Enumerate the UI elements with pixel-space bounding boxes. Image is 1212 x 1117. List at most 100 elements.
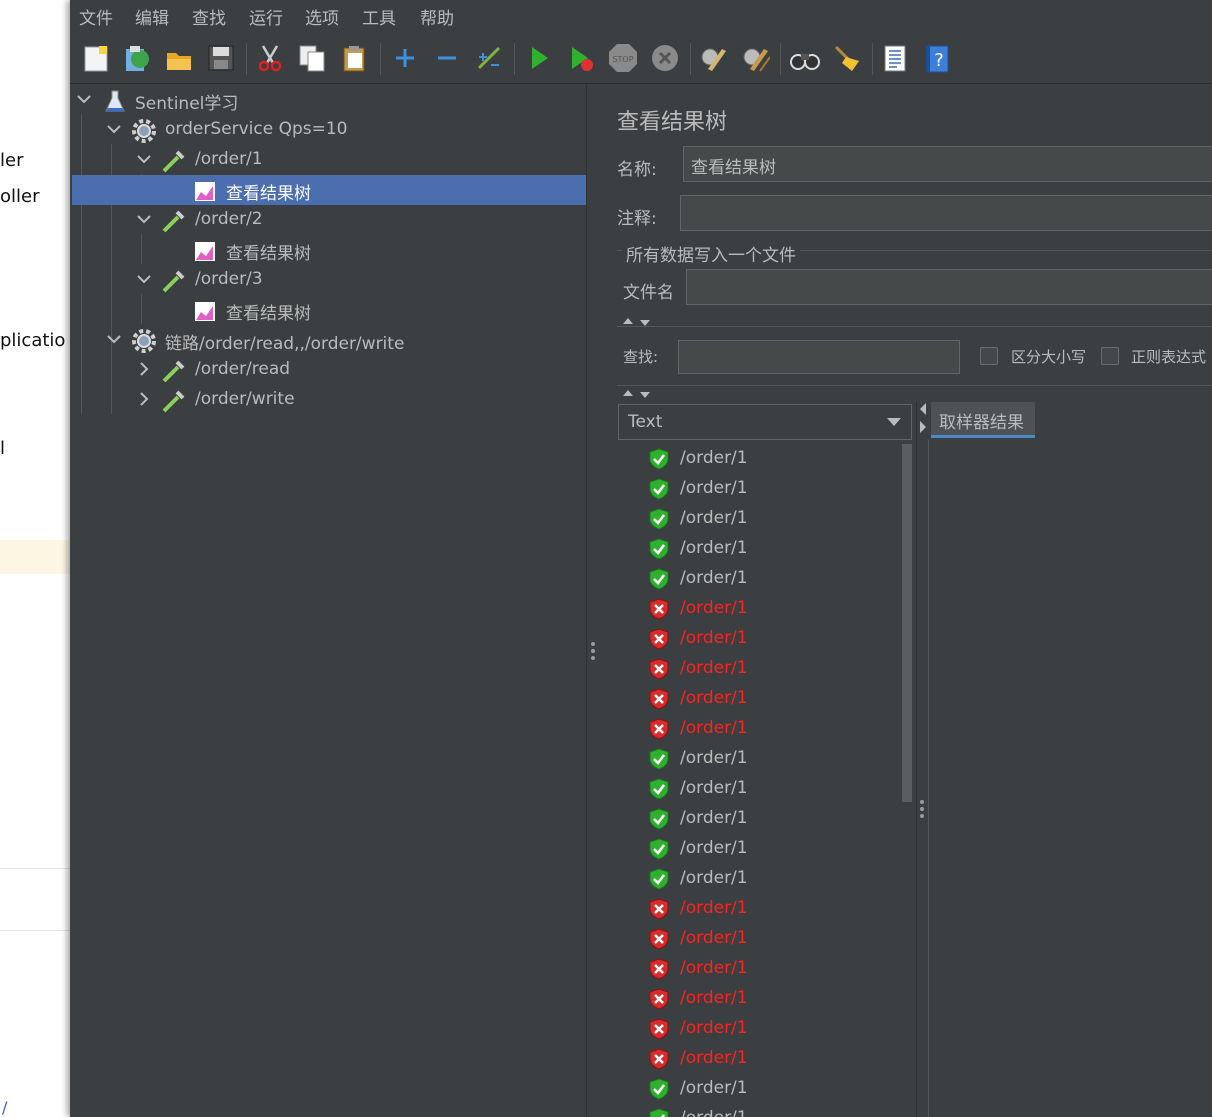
result-item[interactable]: /order/1	[618, 774, 898, 804]
menu-options[interactable]: 选项	[305, 4, 339, 29]
result-item[interactable]: /order/1	[618, 684, 898, 714]
test-plan-tree: Sentinel学习 orderService Qps=10 /order/1 …	[72, 84, 586, 1117]
chevron-down-icon[interactable]	[136, 271, 152, 287]
templates-button[interactable]	[120, 41, 154, 75]
chevron-down-icon[interactable]	[106, 331, 122, 347]
gear-icon	[132, 329, 156, 353]
result-item[interactable]: /order/1	[618, 894, 898, 924]
toolbar-separator	[246, 43, 247, 75]
tree-node-listener[interactable]: 查看结果树	[72, 235, 586, 265]
new-button[interactable]	[79, 41, 113, 75]
open-button[interactable]	[162, 41, 196, 75]
search-input[interactable]	[678, 340, 960, 374]
result-item[interactable]: /order/1	[618, 654, 898, 684]
error-shield-icon	[649, 988, 669, 1010]
search-button[interactable]	[788, 41, 822, 75]
chevron-down-icon[interactable]	[136, 211, 152, 227]
toolbar-separator	[690, 43, 691, 75]
comment-field[interactable]	[680, 195, 1212, 231]
result-item[interactable]: /order/1	[618, 924, 898, 954]
start-button[interactable]	[522, 41, 556, 75]
result-item[interactable]: /order/1	[618, 804, 898, 834]
result-item[interactable]: /order/1	[618, 624, 898, 654]
cut-button[interactable]	[253, 41, 287, 75]
menu-search[interactable]: 查找	[192, 4, 226, 29]
collapse-icon	[438, 56, 456, 60]
tree-node-sampler[interactable]: /order/2	[72, 205, 586, 235]
result-item[interactable]: /order/1	[618, 864, 898, 894]
result-item[interactable]: /order/1	[618, 504, 898, 534]
tree-node-thread-group[interactable]: 链路/order/read,,/order/write	[72, 325, 586, 355]
main-splitter[interactable]	[586, 84, 601, 1117]
result-item[interactable]: /order/1	[618, 954, 898, 984]
chevron-down-icon[interactable]	[76, 91, 92, 107]
tree-node-test-plan[interactable]: Sentinel学习	[72, 85, 586, 115]
menu-tools[interactable]: 工具	[362, 4, 396, 29]
result-item[interactable]: /order/1	[618, 984, 898, 1014]
paste-button[interactable]	[338, 41, 372, 75]
background-divider	[0, 930, 70, 931]
menu-help[interactable]: 帮助	[420, 4, 454, 29]
function-helper-button[interactable]	[878, 41, 912, 75]
menu-edit[interactable]: 编辑	[135, 4, 169, 29]
collapse-all-button[interactable]	[430, 41, 464, 75]
result-item[interactable]: /order/1	[618, 444, 898, 474]
chevron-down-icon[interactable]	[106, 121, 122, 137]
stop-button[interactable]: STOP	[606, 41, 640, 75]
arrow-right-icon[interactable]	[919, 420, 927, 434]
tree-node-thread-group[interactable]: orderService Qps=10	[72, 115, 586, 145]
name-field[interactable]: 查看结果树	[683, 146, 1212, 182]
filename-field[interactable]	[686, 269, 1212, 305]
result-item[interactable]: /order/1	[618, 474, 898, 504]
result-item[interactable]: /order/1	[618, 834, 898, 864]
toggle-button[interactable]	[472, 41, 506, 75]
reset-search-button[interactable]	[830, 41, 864, 75]
start-no-pauses-button[interactable]	[564, 41, 598, 75]
tree-node-listener-selected[interactable]: 查看结果树	[72, 175, 586, 205]
result-item-label: /order/1	[680, 898, 748, 918]
jmeter-window: 文件 编辑 查找 运行 选项 工具 帮助 STOP ? Sentinel学习 o…	[70, 0, 1212, 1117]
chevron-down-icon[interactable]	[136, 151, 152, 167]
clear-all-button[interactable]	[738, 41, 772, 75]
result-item[interactable]: /order/1	[618, 1014, 898, 1044]
search-icon	[790, 54, 820, 70]
result-item-label: /order/1	[680, 1108, 748, 1117]
tab-sampler-result[interactable]: 取样器结果	[931, 402, 1035, 438]
collapse-down-icon[interactable]	[640, 392, 650, 398]
tree-node-sampler[interactable]: /order/write	[72, 385, 586, 415]
renderer-select[interactable]: Text	[618, 404, 912, 440]
chevron-down-icon	[887, 418, 901, 426]
result-item[interactable]: /order/1	[618, 1044, 898, 1074]
help-button[interactable]: ?	[920, 41, 954, 75]
menu-run[interactable]: 运行	[249, 4, 283, 29]
shutdown-button[interactable]	[648, 41, 682, 75]
menu-file[interactable]: 文件	[79, 4, 113, 29]
tree-node-label: /order/3	[195, 269, 263, 289]
tree-node-sampler[interactable]: /order/3	[72, 265, 586, 295]
error-shield-icon	[649, 1018, 669, 1040]
chevron-right-icon[interactable]	[136, 391, 152, 407]
tree-node-listener[interactable]: 查看结果树	[72, 295, 586, 325]
result-list[interactable]: /order/1/order/1/order/1/order/1/order/1…	[618, 444, 914, 1117]
result-item[interactable]: /order/1	[618, 1104, 898, 1117]
regex-checkbox[interactable]	[1101, 347, 1119, 365]
result-item[interactable]: /order/1	[618, 594, 898, 624]
case-sensitive-checkbox[interactable]	[980, 347, 998, 365]
result-item[interactable]: /order/1	[618, 744, 898, 774]
drag-handle-icon	[920, 800, 924, 818]
result-item[interactable]: /order/1	[618, 534, 898, 564]
result-list-scrollbar[interactable]	[902, 444, 912, 802]
chevron-right-icon[interactable]	[136, 361, 152, 377]
result-item[interactable]: /order/1	[618, 1074, 898, 1104]
expand-all-button[interactable]	[388, 41, 422, 75]
collapse-up-icon[interactable]	[623, 318, 633, 324]
clear-button[interactable]	[696, 41, 730, 75]
tree-node-sampler[interactable]: /order/1	[72, 145, 586, 175]
collapse-up-icon[interactable]	[623, 390, 633, 396]
arrow-left-icon[interactable]	[919, 402, 927, 416]
copy-button[interactable]	[295, 41, 329, 75]
result-item[interactable]: /order/1	[618, 564, 898, 594]
tree-node-sampler[interactable]: /order/read	[72, 355, 586, 385]
result-item[interactable]: /order/1	[618, 714, 898, 744]
save-button[interactable]	[204, 41, 238, 75]
